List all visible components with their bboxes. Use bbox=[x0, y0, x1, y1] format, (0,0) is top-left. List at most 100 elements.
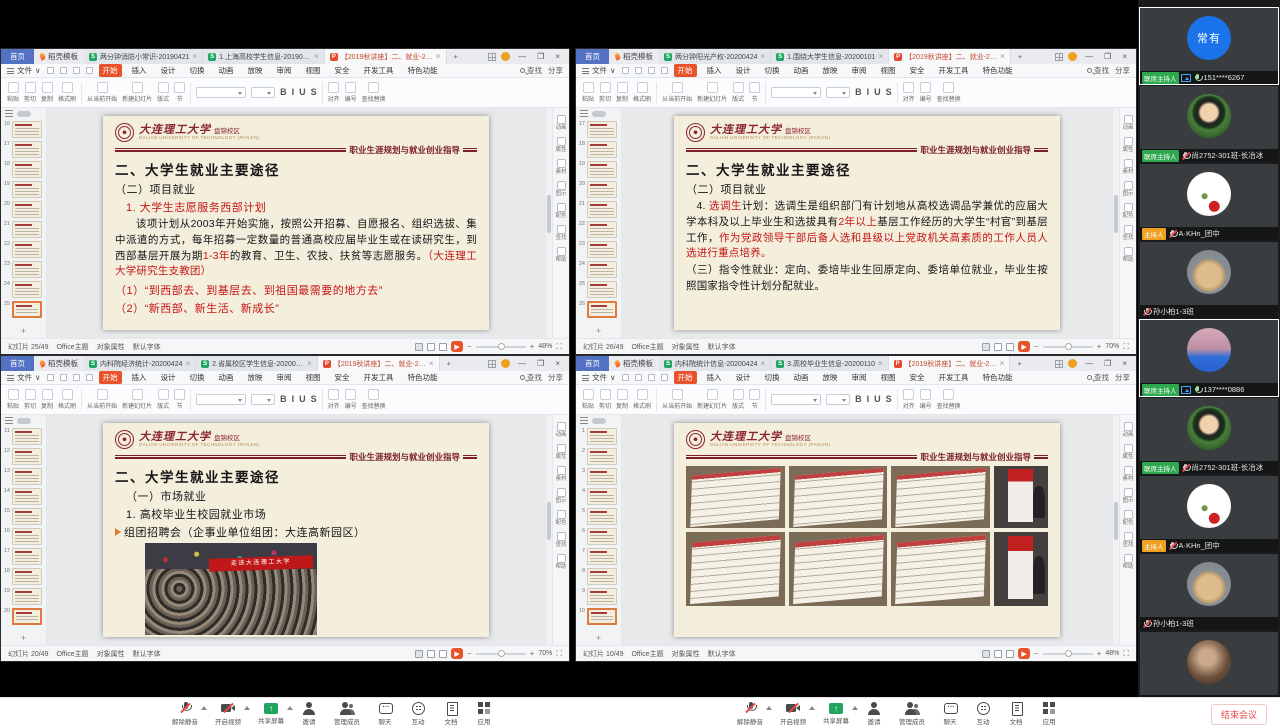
control-people[interactable]: 管理成员 bbox=[899, 701, 925, 726]
slide-sorter-icon[interactable] bbox=[427, 650, 435, 658]
document-tab[interactable]: S2.省属校区学生信息-20200110× bbox=[196, 356, 318, 371]
ribbon-button-版式[interactable]: 版式 bbox=[732, 389, 744, 410]
ribbon-button-B[interactable]: B bbox=[855, 87, 862, 98]
menu-tab-视图[interactable]: 视图 bbox=[302, 371, 325, 384]
active-document-tab[interactable]: P【2019秋讲座】二、就业-20200826× bbox=[889, 49, 1011, 64]
tool-图示[interactable]: 图示 bbox=[1122, 488, 1134, 504]
status-item[interactable]: 默认字体 bbox=[708, 649, 736, 659]
fit-slide-button[interactable]: ⛶ bbox=[556, 649, 562, 659]
ribbon-button-新建幻灯片[interactable]: 新建幻灯片 bbox=[697, 389, 727, 410]
close-tab-icon[interactable]: × bbox=[878, 52, 883, 61]
quick-access-icon[interactable] bbox=[47, 67, 54, 74]
ribbon-button-B[interactable]: B bbox=[855, 394, 862, 405]
menu-tab-设计[interactable]: 设计 bbox=[157, 371, 180, 384]
tool-动画[interactable]: 动画 bbox=[555, 115, 567, 131]
menu-tab-审阅[interactable]: 审阅 bbox=[273, 64, 296, 77]
slide-thumbnail-19[interactable]: 19 bbox=[2, 588, 42, 605]
slide-thumbnail-22[interactable]: 22 bbox=[577, 221, 617, 238]
close-tab-icon[interactable]: × bbox=[436, 52, 441, 61]
slide-thumbnail-3[interactable]: 3 bbox=[577, 468, 617, 485]
tool-查找[interactable]: 查找 bbox=[555, 225, 567, 241]
document-tab[interactable]: S内科院经济统计-20200424× bbox=[84, 356, 196, 371]
ribbon-button-新建幻灯片[interactable]: 新建幻灯片 bbox=[697, 82, 727, 103]
ribbon-button-版式[interactable]: 版式 bbox=[157, 389, 169, 410]
vertical-scrollbar[interactable] bbox=[545, 415, 552, 645]
status-item[interactable]: 对象属性 bbox=[97, 342, 125, 352]
menu-tab-动画[interactable]: 动画 bbox=[790, 64, 813, 77]
slideshow-play-button[interactable]: ▶ bbox=[451, 648, 463, 659]
ribbon-button-S[interactable]: S bbox=[886, 394, 892, 405]
tool-图示[interactable]: 图示 bbox=[555, 181, 567, 197]
caret-up-icon[interactable] bbox=[201, 706, 207, 710]
slide-thumbnail-18[interactable]: 18 bbox=[2, 568, 42, 585]
normal-view-icon[interactable] bbox=[415, 343, 423, 351]
panel-toggle[interactable] bbox=[17, 418, 31, 424]
ribbon-button-节[interactable]: 节 bbox=[749, 82, 760, 103]
ribbon-button-对齐[interactable]: 对齐 bbox=[903, 389, 915, 410]
scrollbar-thumb[interactable] bbox=[1114, 195, 1118, 233]
slide-sorter-icon[interactable] bbox=[994, 650, 1002, 658]
vertical-scrollbar[interactable] bbox=[1112, 415, 1119, 645]
quick-access-icon[interactable] bbox=[73, 67, 80, 74]
new-slide-button[interactable]: + bbox=[576, 633, 621, 643]
slide-thumbnail-14[interactable]: 14 bbox=[2, 488, 42, 505]
tool-帮助[interactable]: 帮助 bbox=[555, 554, 567, 570]
user-avatar[interactable] bbox=[1068, 52, 1077, 61]
close-tab-icon[interactable]: × bbox=[185, 359, 190, 368]
zoom-slider-knob[interactable] bbox=[1065, 650, 1072, 657]
apps-grid-icon[interactable] bbox=[1055, 53, 1063, 61]
template-store-tab[interactable]: 稻壳模板 bbox=[609, 356, 659, 371]
document-tab[interactable]: S两分钟阳光产权-20200424× bbox=[659, 49, 771, 64]
font-size-select[interactable] bbox=[251, 87, 275, 98]
slide-thumbnail-2[interactable]: 2 bbox=[577, 448, 617, 465]
new-slide-button[interactable]: + bbox=[1, 633, 46, 643]
ribbon-button-复制[interactable]: 复制 bbox=[616, 389, 628, 410]
font-size-select[interactable] bbox=[826, 394, 850, 405]
menu-tab-设计[interactable]: 设计 bbox=[732, 64, 755, 77]
new-tab-button[interactable]: + bbox=[1011, 49, 1029, 64]
quick-access-icon[interactable] bbox=[635, 374, 642, 381]
search-button[interactable]: 查找 bbox=[1087, 65, 1109, 76]
close-button[interactable]: × bbox=[552, 52, 563, 61]
tool-配色[interactable]: 配色 bbox=[555, 510, 567, 526]
slide-thumbnail-25[interactable]: 25 bbox=[2, 301, 42, 318]
tool-属性[interactable]: 属性 bbox=[555, 444, 567, 460]
apps-grid-icon[interactable] bbox=[1055, 360, 1063, 368]
minimize-button[interactable]: — bbox=[1082, 359, 1096, 368]
menu-tab-安全[interactable]: 安全 bbox=[906, 371, 929, 384]
document-tab[interactable]: S1.上海高校学生信息-20190101× bbox=[203, 49, 325, 64]
caret-up-icon[interactable] bbox=[809, 706, 815, 710]
vertical-scrollbar[interactable] bbox=[1112, 108, 1119, 338]
control-camoff[interactable]: 开启视频 bbox=[780, 701, 806, 726]
ribbon-button-复制[interactable]: 复制 bbox=[41, 82, 53, 103]
menu-tab-开始[interactable]: 开始 bbox=[674, 64, 697, 77]
share-button[interactable]: 分享 bbox=[548, 65, 563, 76]
status-item[interactable]: 默认字体 bbox=[133, 649, 161, 659]
ribbon-button-I[interactable]: I bbox=[867, 394, 870, 405]
menu-tab-放映[interactable]: 放映 bbox=[244, 371, 267, 384]
font-size-select[interactable] bbox=[826, 87, 850, 98]
panel-toggle[interactable] bbox=[592, 111, 606, 117]
menu-tab-动画[interactable]: 动画 bbox=[215, 64, 238, 77]
slide-thumbnail-21[interactable]: 21 bbox=[2, 221, 42, 238]
ribbon-button-查找替换[interactable]: 查找替换 bbox=[937, 82, 961, 103]
tool-配色[interactable]: 配色 bbox=[555, 203, 567, 219]
document-tab[interactable]: S内科院统计信息-20200424× bbox=[659, 356, 771, 371]
scrollbar-thumb[interactable] bbox=[547, 502, 551, 540]
search-button[interactable]: 查找 bbox=[520, 65, 542, 76]
tool-素材[interactable]: 素材 bbox=[1122, 466, 1134, 482]
control-chat[interactable]: 聊天 bbox=[377, 701, 393, 726]
ribbon-button-I[interactable]: I bbox=[867, 87, 870, 98]
tool-配色[interactable]: 配色 bbox=[1122, 510, 1134, 526]
ribbon-button-S[interactable]: S bbox=[311, 394, 317, 405]
menu-tab-视图[interactable]: 视图 bbox=[302, 64, 325, 77]
zoom-slider-knob[interactable] bbox=[498, 343, 505, 350]
tool-帮助[interactable]: 帮助 bbox=[1122, 247, 1134, 263]
home-tab[interactable]: 首页 bbox=[576, 356, 609, 371]
fit-slide-button[interactable]: ⛶ bbox=[556, 342, 562, 352]
ribbon-button-编号[interactable]: 编号 bbox=[345, 82, 357, 103]
file-menu[interactable]: 文件∨ bbox=[582, 65, 616, 76]
slide-thumbnail-15[interactable]: 15 bbox=[2, 508, 42, 525]
tool-查找[interactable]: 查找 bbox=[555, 532, 567, 548]
outline-view-icon[interactable] bbox=[5, 417, 13, 424]
